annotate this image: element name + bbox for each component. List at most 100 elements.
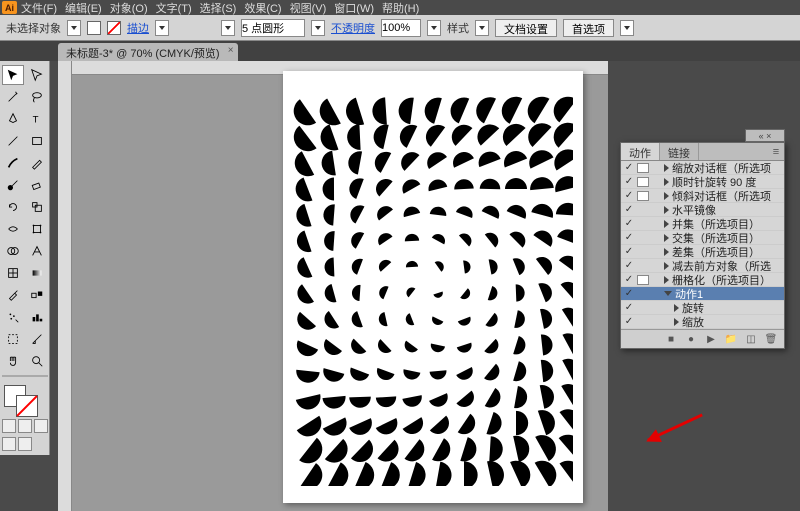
column-graph-tool[interactable] bbox=[26, 307, 48, 327]
record-button[interactable]: ● bbox=[684, 333, 698, 345]
delete-button[interactable]: 🗑 bbox=[764, 333, 778, 345]
check-icon[interactable]: ✓ bbox=[623, 218, 635, 229]
rotate-tool[interactable] bbox=[2, 197, 24, 217]
dialog-toggle[interactable] bbox=[637, 191, 649, 201]
opacity-link[interactable]: 不透明度 bbox=[331, 20, 375, 36]
check-icon[interactable]: ✓ bbox=[623, 288, 635, 299]
align-dd[interactable] bbox=[620, 20, 634, 36]
slice-tool[interactable] bbox=[26, 329, 48, 349]
expand-icon[interactable] bbox=[664, 164, 669, 172]
preferences-button[interactable]: 首选项 bbox=[563, 19, 614, 37]
gradient-tool[interactable] bbox=[26, 263, 48, 283]
check-icon[interactable]: ✓ bbox=[623, 246, 635, 257]
opacity-input[interactable] bbox=[381, 19, 421, 37]
panel-menu-icon[interactable]: ≡ bbox=[768, 143, 784, 160]
pencil-tool[interactable] bbox=[26, 153, 48, 173]
fill-swatch[interactable] bbox=[87, 21, 101, 35]
expand-icon[interactable] bbox=[674, 318, 679, 326]
blob-brush-tool[interactable] bbox=[2, 175, 24, 195]
document-setup-button[interactable]: 文档设置 bbox=[495, 19, 557, 37]
menu-edit[interactable]: 编辑(E) bbox=[65, 0, 102, 16]
expand-icon[interactable] bbox=[664, 262, 669, 270]
check-icon[interactable]: ✓ bbox=[623, 232, 635, 243]
ruler-vertical[interactable] bbox=[58, 61, 72, 511]
new-action-button[interactable]: ◫ bbox=[744, 333, 758, 345]
zoom-tool[interactable] bbox=[26, 351, 48, 371]
rectangle-tool[interactable] bbox=[26, 131, 48, 151]
lasso-tool[interactable] bbox=[26, 87, 48, 107]
shape-builder-tool[interactable] bbox=[2, 241, 24, 261]
play-button[interactable]: ▶ bbox=[704, 333, 718, 345]
opacity-dd[interactable] bbox=[427, 20, 441, 36]
mesh-tool[interactable] bbox=[2, 263, 24, 283]
selection-tool[interactable] bbox=[2, 65, 24, 85]
expand-icon[interactable] bbox=[664, 291, 672, 296]
expand-icon[interactable] bbox=[664, 178, 669, 186]
artboard-tool[interactable] bbox=[2, 329, 24, 349]
brush-preset-input[interactable] bbox=[241, 19, 305, 37]
check-icon[interactable]: ✓ bbox=[623, 204, 635, 215]
stroke-swatch[interactable] bbox=[107, 21, 121, 35]
direct-selection-tool[interactable] bbox=[26, 65, 48, 85]
perspective-tool[interactable] bbox=[26, 241, 48, 261]
action-row[interactable]: ✓缩放 bbox=[621, 315, 784, 329]
color-mode-solid[interactable] bbox=[2, 419, 16, 433]
artboard[interactable]: (function(){ var ns="http://www.w3.org/2… bbox=[283, 71, 583, 503]
brush-dd[interactable] bbox=[221, 20, 235, 36]
free-transform-tool[interactable] bbox=[26, 219, 48, 239]
expand-icon[interactable] bbox=[664, 276, 669, 284]
width-tool[interactable] bbox=[2, 219, 24, 239]
expand-icon[interactable] bbox=[664, 234, 669, 242]
hand-tool[interactable] bbox=[2, 351, 24, 371]
menu-select[interactable]: 选择(S) bbox=[200, 0, 237, 16]
screen-mode-normal[interactable] bbox=[2, 437, 16, 451]
check-icon[interactable]: ✓ bbox=[623, 316, 635, 327]
menu-effect[interactable]: 效果(C) bbox=[244, 0, 281, 16]
expand-icon[interactable] bbox=[664, 220, 669, 228]
line-tool[interactable] bbox=[2, 131, 24, 151]
scale-tool[interactable] bbox=[26, 197, 48, 217]
tab-links[interactable]: 链接 bbox=[660, 143, 699, 160]
color-well[interactable] bbox=[2, 385, 48, 415]
menu-object[interactable]: 对象(O) bbox=[110, 0, 148, 16]
dialog-toggle[interactable] bbox=[637, 275, 649, 285]
dialog-toggle[interactable] bbox=[637, 163, 649, 173]
menu-type[interactable]: 文字(T) bbox=[156, 0, 192, 16]
fill-dropdown[interactable] bbox=[67, 20, 81, 36]
stop-button[interactable]: ■ bbox=[664, 333, 678, 345]
blend-tool[interactable] bbox=[26, 285, 48, 305]
screen-mode-full[interactable] bbox=[18, 437, 32, 451]
check-icon[interactable]: ✓ bbox=[623, 260, 635, 271]
symbol-sprayer-tool[interactable] bbox=[2, 307, 24, 327]
stroke-weight-dd[interactable] bbox=[155, 20, 169, 36]
new-set-button[interactable]: 📁 bbox=[724, 333, 738, 345]
paintbrush-tool[interactable] bbox=[2, 153, 24, 173]
eyedropper-tool[interactable] bbox=[2, 285, 24, 305]
check-icon[interactable]: ✓ bbox=[623, 302, 635, 313]
brush-preset-dd[interactable] bbox=[311, 20, 325, 36]
panel-collapse-bar[interactable]: « × bbox=[745, 129, 785, 142]
menu-window[interactable]: 窗口(W) bbox=[334, 0, 374, 16]
tab-actions[interactable]: 动作 bbox=[621, 143, 660, 160]
check-icon[interactable]: ✓ bbox=[623, 176, 635, 187]
stroke-color[interactable] bbox=[16, 395, 38, 417]
check-icon[interactable]: ✓ bbox=[623, 190, 635, 201]
expand-icon[interactable] bbox=[664, 248, 669, 256]
menu-help[interactable]: 帮助(H) bbox=[382, 0, 419, 16]
close-icon[interactable]: × bbox=[228, 45, 234, 56]
color-mode-none[interactable] bbox=[34, 419, 48, 433]
expand-icon[interactable] bbox=[664, 206, 669, 214]
menu-view[interactable]: 视图(V) bbox=[290, 0, 327, 16]
check-icon[interactable]: ✓ bbox=[623, 274, 635, 285]
check-icon[interactable]: ✓ bbox=[623, 162, 635, 173]
menu-file[interactable]: 文件(F) bbox=[21, 0, 57, 16]
eraser-tool[interactable] bbox=[26, 175, 48, 195]
stroke-link[interactable]: 描边 bbox=[127, 20, 149, 36]
magic-wand-tool[interactable] bbox=[2, 87, 24, 107]
document-tab[interactable]: 未标题-3* @ 70% (CMYK/预览) × bbox=[58, 43, 238, 61]
type-tool[interactable]: T bbox=[26, 109, 48, 129]
expand-icon[interactable] bbox=[674, 304, 679, 312]
style-dd[interactable] bbox=[475, 20, 489, 36]
expand-icon[interactable] bbox=[664, 192, 669, 200]
canvas-workspace[interactable]: (function(){ var ns="http://www.w3.org/2… bbox=[58, 61, 608, 511]
